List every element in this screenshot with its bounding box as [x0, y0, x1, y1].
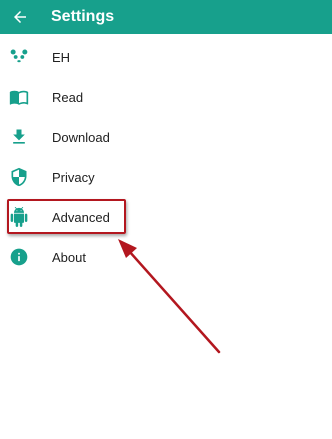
annotation-arrow: [118, 239, 221, 354]
